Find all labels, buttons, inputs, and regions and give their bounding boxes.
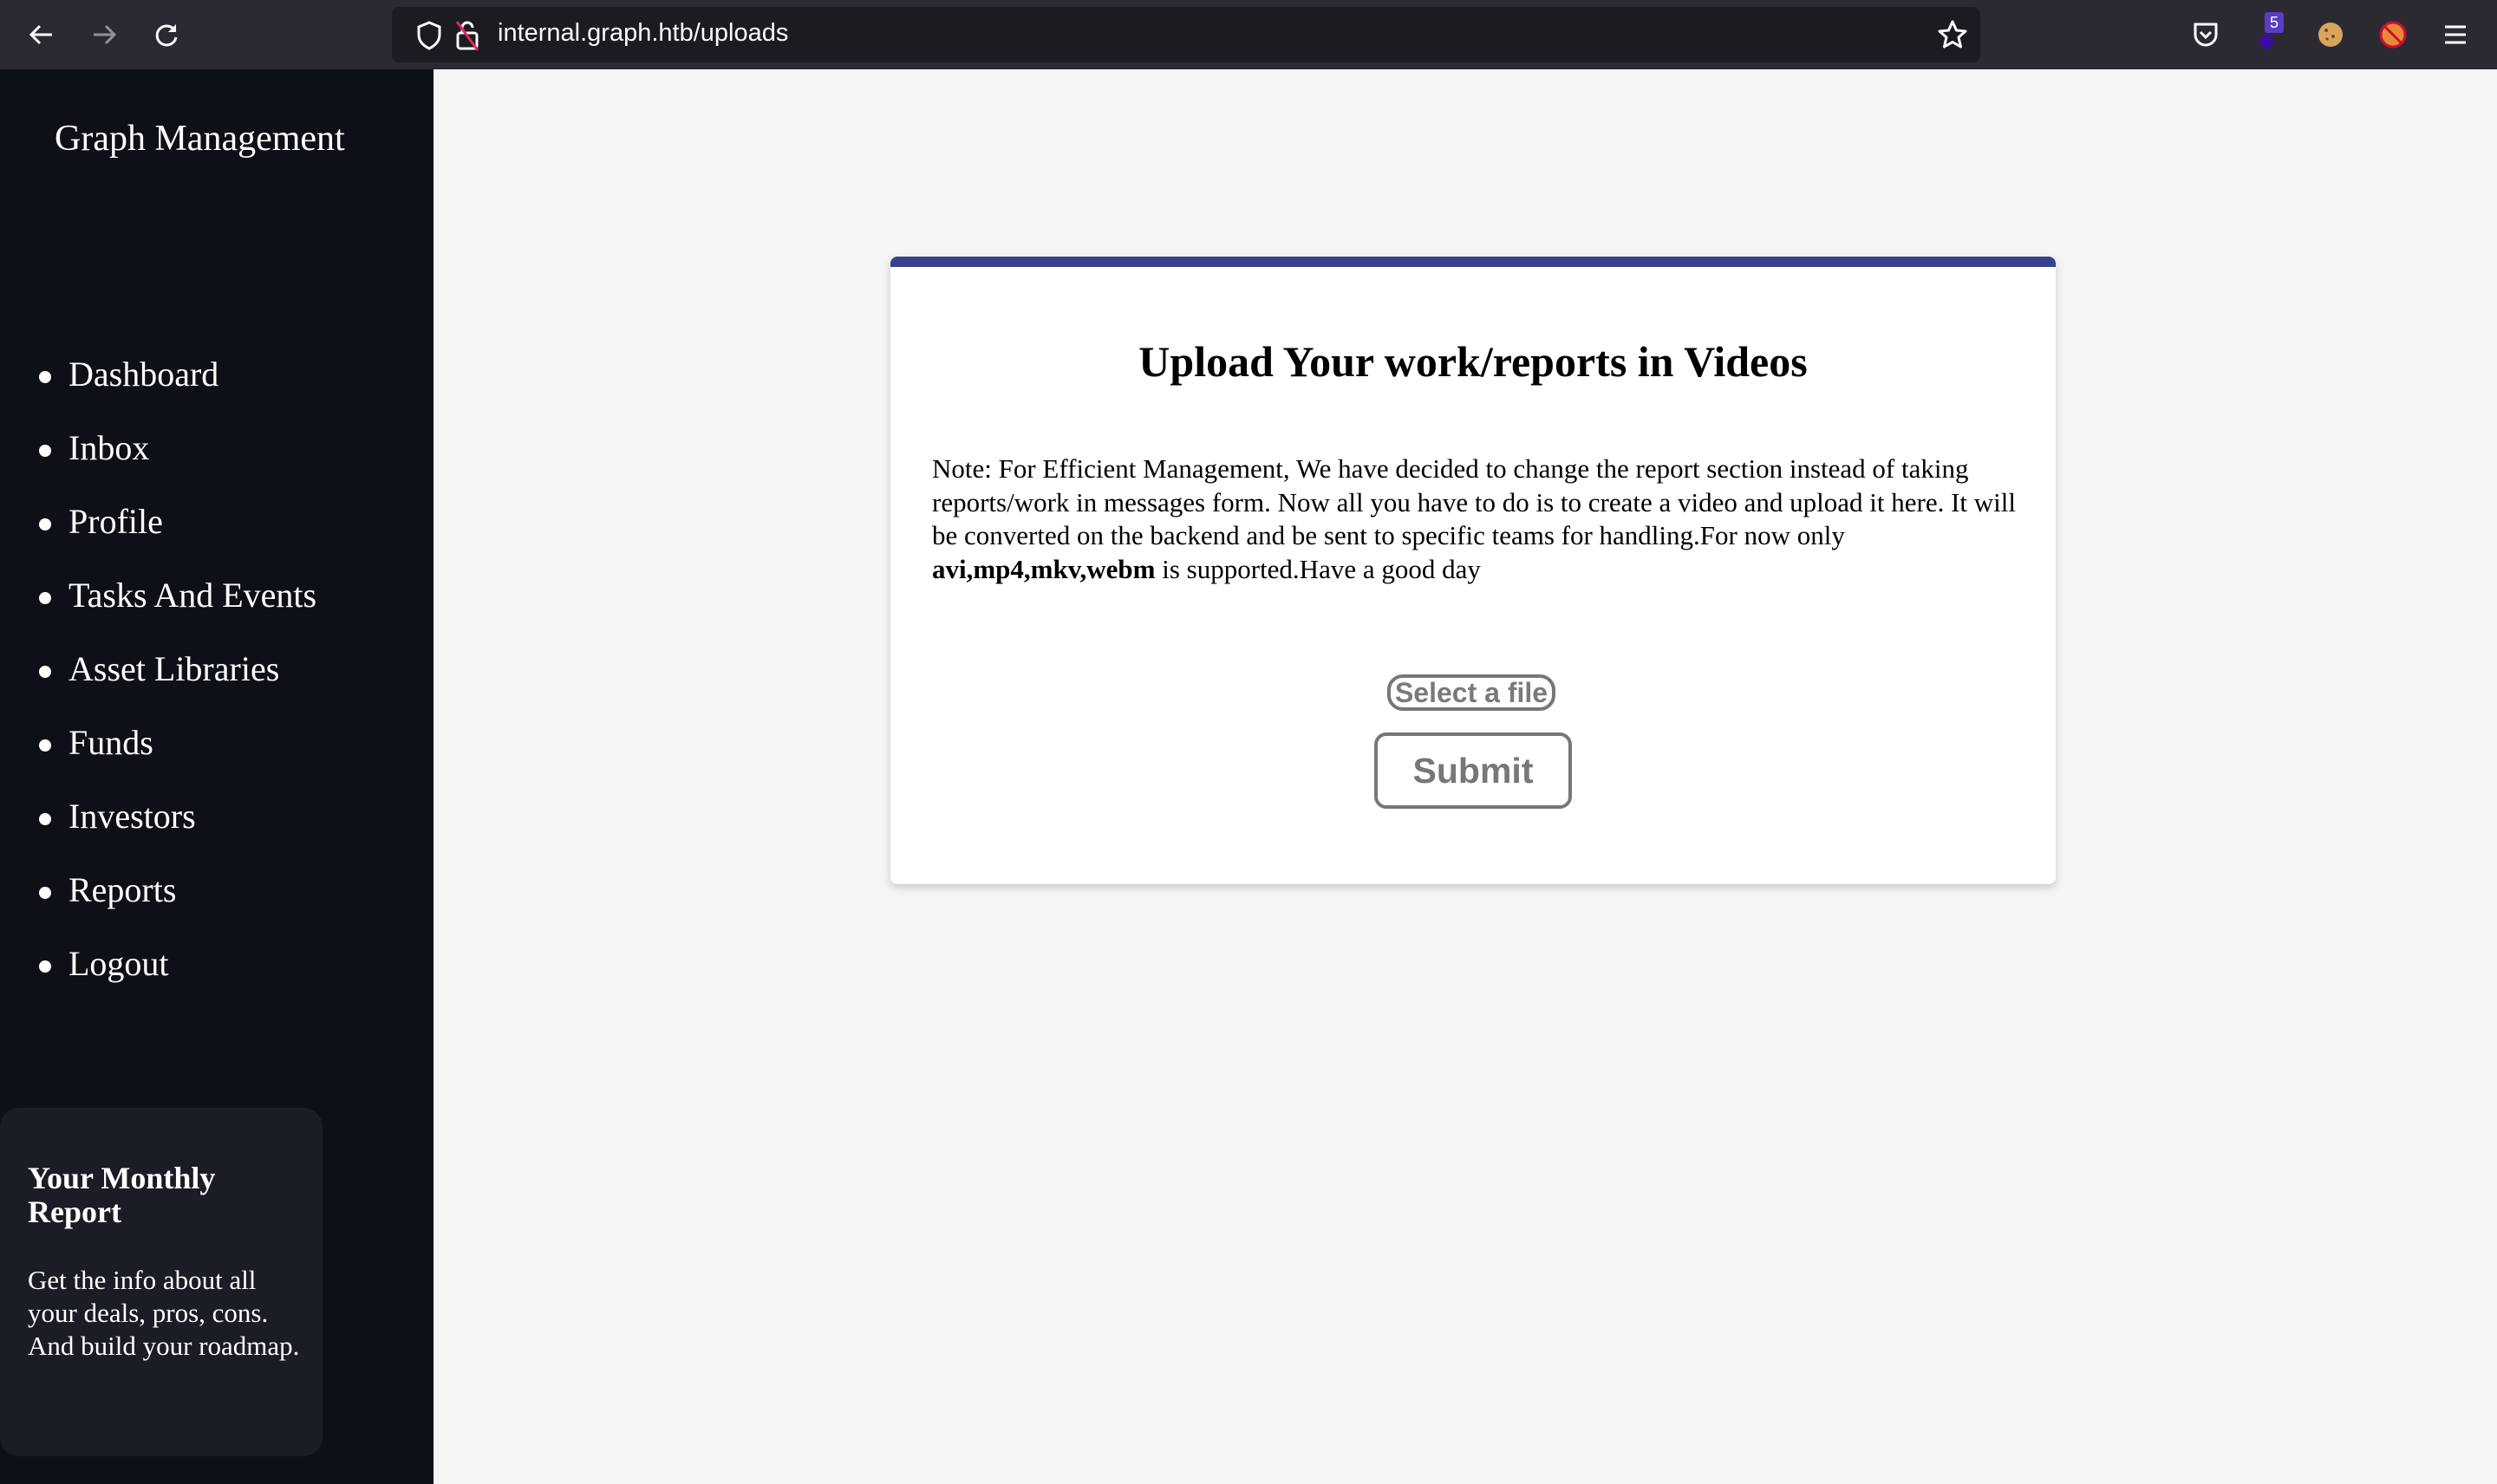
forward-icon <box>94 24 117 45</box>
upload-title: Upload Your work/reports in Videos <box>1138 337 1808 386</box>
select-file-button[interactable]: Select a file <box>1387 674 1555 711</box>
pocket-icon[interactable] <box>2190 19 2221 50</box>
sidebar-item-inbox[interactable]: Inbox <box>0 422 316 496</box>
note-suffix: is supported.Have a good day <box>1155 553 1481 584</box>
card-accent-bar <box>890 257 2056 267</box>
sidebar-item-dashboard[interactable]: Dashboard <box>0 348 316 422</box>
back-button[interactable] <box>24 17 59 52</box>
upload-note: Note: For Efficient Management, We have … <box>932 452 2016 586</box>
extension-badge: 5 <box>2265 12 2284 33</box>
monthly-report-text: Get the info about all your deals, pros,… <box>28 1265 300 1361</box>
star-icon[interactable] <box>1937 19 1968 50</box>
blocked-fox-icon[interactable] <box>2377 19 2409 50</box>
cookie-icon[interactable] <box>2315 19 2346 50</box>
browser-toolbar: internal.graph.htb/uploads 5 <box>0 0 2497 69</box>
shield-icon <box>417 21 441 50</box>
monthly-report-card: Your Monthly Report Get the info about a… <box>0 1108 323 1456</box>
sidebar-item-profile[interactable]: Profile <box>0 496 316 570</box>
reload-button[interactable] <box>149 17 184 52</box>
sidebar: Graph Management Dashboard Inbox Profile… <box>0 69 434 1484</box>
menu-icon[interactable] <box>2440 19 2471 50</box>
submit-button[interactable]: Submit <box>1374 732 1572 809</box>
sidebar-item-asset-libraries[interactable]: Asset Libraries <box>0 643 316 717</box>
url-bar[interactable]: internal.graph.htb/uploads <box>392 7 1980 62</box>
sidebar-nav: Dashboard Inbox Profile Tasks And Events… <box>0 348 316 1012</box>
forward-button[interactable] <box>87 17 121 52</box>
url-text[interactable]: internal.graph.htb/uploads <box>498 19 788 48</box>
reload-icon <box>155 24 178 47</box>
back-icon <box>29 24 52 45</box>
extension-button[interactable]: 5 <box>2253 12 2291 55</box>
insecure-lock-icon <box>455 21 479 51</box>
sidebar-item-logout[interactable]: Logout <box>0 938 316 1012</box>
sidebar-item-tasks-and-events[interactable]: Tasks And Events <box>0 570 316 643</box>
sidebar-item-funds[interactable]: Funds <box>0 717 316 791</box>
sidebar-item-investors[interactable]: Investors <box>0 791 316 864</box>
note-text: Note: For Efficient Management, We have … <box>932 453 2017 550</box>
brand-title[interactable]: Graph Management <box>55 118 345 159</box>
supported-formats: avi,mp4,mkv,webm <box>932 553 1156 584</box>
sidebar-item-reports[interactable]: Reports <box>0 864 316 938</box>
monthly-report-title: Your Monthly Report <box>28 1161 216 1229</box>
